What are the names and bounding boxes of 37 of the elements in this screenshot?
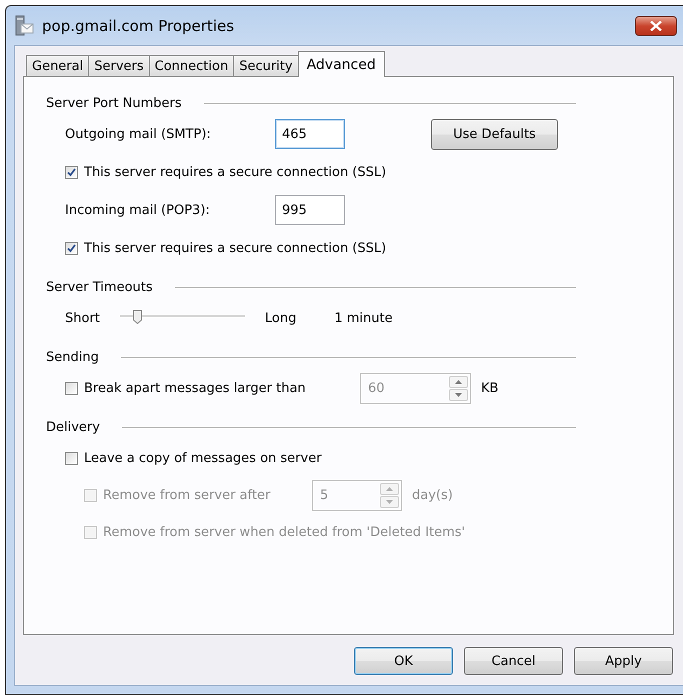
group-title: Server Timeouts bbox=[46, 280, 153, 294]
tab[interactable]: Servers bbox=[88, 55, 150, 76]
spinner-value: 60 bbox=[367, 380, 386, 398]
dialog-button[interactable]: OK bbox=[354, 647, 453, 675]
tab[interactable]: Security bbox=[233, 55, 299, 76]
group-title: Sending bbox=[46, 350, 99, 364]
dialog-button[interactable]: Cancel bbox=[464, 647, 563, 675]
checkbox-label[interactable]: Break apart messages larger than bbox=[84, 380, 360, 396]
port-field[interactable]: 465 bbox=[275, 119, 345, 149]
tab[interactable]: Advanced bbox=[298, 51, 385, 77]
dialog-button[interactable]: Apply bbox=[574, 647, 673, 675]
checkbox-label[interactable]: This server requires a secure connection (SSL) bbox=[84, 240, 386, 256]
slider-min-label: Short bbox=[65, 310, 100, 326]
checkbox[interactable] bbox=[65, 166, 78, 178]
checkbox[interactable] bbox=[65, 242, 78, 254]
field-label: Incoming mail (POP3): bbox=[65, 202, 211, 218]
group-title: Delivery bbox=[46, 420, 100, 434]
timeout-value: 1 minute bbox=[334, 310, 393, 326]
use-defaults-button[interactable]: Use Defaults bbox=[431, 118, 558, 150]
server-mail-icon bbox=[14, 14, 34, 36]
field-label: Outgoing mail (SMTP): bbox=[65, 126, 212, 142]
unit-label: KB bbox=[481, 380, 498, 396]
tab[interactable]: General bbox=[26, 55, 90, 76]
slider-max-label: Long bbox=[264, 310, 296, 326]
unit-label: day(s) bbox=[412, 488, 453, 503]
port-field[interactable]: 995 bbox=[275, 195, 345, 225]
spinner-value: 5 bbox=[319, 487, 330, 505]
checkbox-label[interactable]: This server requires a secure connection (SSL) bbox=[84, 164, 386, 180]
checkbox-label[interactable]: Leave a copy of messages on server bbox=[84, 450, 322, 466]
checkbox[interactable] bbox=[65, 382, 78, 394]
close-icon[interactable] bbox=[635, 16, 677, 36]
window-title: pop.gmail.com Properties bbox=[42, 16, 236, 34]
checkbox[interactable] bbox=[65, 452, 78, 464]
timeout-slider[interactable] bbox=[120, 310, 245, 326]
tab[interactable]: Connection bbox=[148, 55, 234, 76]
slider-thumb[interactable] bbox=[133, 310, 142, 324]
group-title: Server Port Numbers bbox=[46, 96, 182, 110]
